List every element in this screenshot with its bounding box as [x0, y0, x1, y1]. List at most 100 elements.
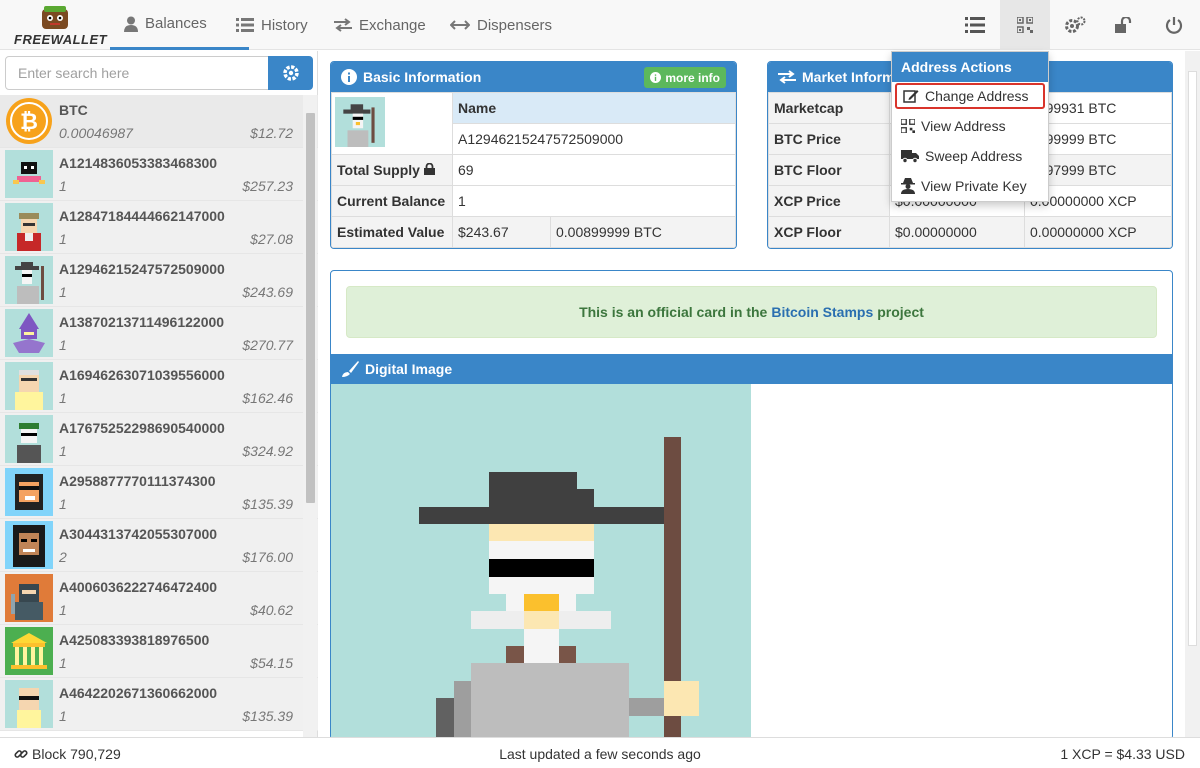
asset-quantity: 1 — [59, 231, 67, 247]
asset-avatar-icon — [5, 468, 53, 516]
freewallet-logo[interactable]: FREEWALLET — [12, 4, 108, 47]
lock-wallet-button[interactable] — [1099, 0, 1149, 50]
asset-name: A13870213711496122000 — [59, 314, 225, 330]
logout-button[interactable] — [1149, 0, 1199, 50]
asset-name: A12946215247572509000 — [59, 261, 225, 277]
asset-avatar-icon — [5, 203, 53, 251]
asset-quantity: 2 — [59, 549, 67, 565]
asset-name: BTC — [59, 102, 88, 118]
asset-name: A1214836053383468300 — [59, 155, 218, 171]
user-icon — [124, 16, 138, 32]
logo-text: FREEWALLET — [14, 32, 108, 47]
sweep-address-item[interactable]: Sweep Address — [895, 143, 1045, 169]
asset-item[interactable]: A17675252298690540000 1 $324.92 — [0, 413, 318, 466]
exchange-icon — [334, 18, 352, 32]
estimated-value-btc: 0.00899999 BTC — [550, 216, 736, 248]
asset-quantity: 1 — [59, 602, 67, 618]
xcp-floor-label: XCP Floor — [768, 216, 890, 248]
asset-item[interactable]: A4642202671360662000 1 $135.39 — [0, 678, 318, 731]
menu-item-label: Sweep Address — [925, 148, 1023, 164]
asset-avatar-icon — [5, 521, 53, 569]
settings-button[interactable] — [1050, 0, 1100, 50]
asset-name: A4006036222746472400 — [59, 579, 218, 595]
power-icon — [1165, 17, 1183, 34]
btc-price-label: BTC Price — [768, 123, 890, 155]
asset-item[interactable]: A1214836053383468300 1 $257.23 — [0, 148, 318, 201]
asset-quantity: 1 — [59, 337, 67, 353]
scrollbar-thumb[interactable] — [1188, 71, 1197, 646]
more-info-button[interactable]: more info — [644, 67, 726, 88]
last-updated-text: Last updated a few seconds ago — [499, 746, 701, 762]
asset-name: A4642202671360662000 — [59, 685, 218, 701]
asset-value: $135.39 — [242, 708, 293, 724]
digital-image — [331, 384, 751, 739]
tab-label: Balances — [145, 15, 207, 32]
asset-item[interactable]: A4006036222746472400 1 $40.62 — [0, 572, 318, 625]
top-navbar: FREEWALLET Balances History Exchange Dis… — [0, 0, 1200, 50]
asset-value: $270.77 — [242, 337, 293, 353]
asset-value: $135.39 — [242, 496, 293, 512]
asset-item-selected-card[interactable]: A12946215247572509000 1 $243.69 — [0, 254, 318, 307]
tab-exchange[interactable]: Exchange — [334, 0, 426, 50]
address-actions-dropdown: Address Actions Change Address View Addr… — [891, 51, 1049, 202]
info-circle-icon — [341, 69, 357, 85]
list-icon — [236, 18, 254, 32]
view-address-item[interactable]: View Address — [895, 113, 1045, 139]
asset-thumbnail-image — [335, 97, 385, 147]
view-private-key-item[interactable]: View Private Key — [895, 173, 1045, 199]
tab-dispensers[interactable]: Dispensers — [450, 0, 552, 50]
estimated-value-label: Estimated Value — [331, 216, 453, 248]
svg-text:₿: ₿ — [20, 110, 38, 135]
tab-label: Dispensers — [477, 16, 553, 34]
search-settings-button[interactable] — [268, 56, 313, 90]
asset-item[interactable]: A2958877770111374300 1 $135.39 — [0, 466, 318, 519]
address-actions-button[interactable] — [1000, 0, 1050, 50]
asset-quantity: 1 — [59, 496, 67, 512]
arrows-h-icon — [450, 20, 470, 30]
tab-balances[interactable]: Balances — [110, 0, 249, 50]
asset-item[interactable]: A16946263071039556000 1 $162.46 — [0, 360, 318, 413]
wallet-mascot-icon — [42, 6, 68, 29]
edit-icon — [903, 90, 919, 103]
qrcode-icon — [901, 119, 915, 133]
list-icon — [965, 17, 985, 33]
asset-quantity: 1 — [59, 655, 67, 671]
asset-avatar-icon — [5, 627, 53, 675]
digital-image-title: Digital Image — [365, 361, 453, 377]
asset-quantity: 1 — [59, 708, 67, 724]
tab-label: History — [261, 16, 308, 34]
search-input[interactable] — [5, 56, 269, 90]
asset-item[interactable]: A3044313742055307000 2 $176.00 — [0, 519, 318, 572]
asset-value: $176.00 — [242, 549, 293, 565]
bitcoin-stamps-link[interactable]: Bitcoin Stamps — [771, 304, 873, 320]
card-detail-panel: This is an official card in the Bitcoin … — [330, 270, 1173, 740]
panel-title: Basic Information — [363, 69, 482, 85]
asset-avatar-icon — [5, 574, 53, 622]
asset-avatar-icon — [5, 309, 53, 357]
sidebar-scrollbar[interactable] — [303, 95, 317, 737]
unlock-icon — [1115, 17, 1132, 33]
asset-item-btc[interactable]: ₿ BTC 0.00046987 $12.72 — [0, 95, 318, 148]
btc-floor-label: BTC Floor — [768, 154, 890, 186]
basic-info-table: Name A12946215247572509000 Total Supply … — [331, 92, 736, 248]
basic-information-panel: Basic Information more info Name A129462… — [330, 61, 737, 249]
asset-item[interactable]: A12847184444662147000 1 $27.08 — [0, 201, 318, 254]
total-supply-label: Total Supply — [331, 154, 453, 186]
truck-icon — [901, 150, 919, 163]
menu-item-label: View Private Key — [921, 178, 1027, 194]
asset-quantity: 0.00046987 — [59, 125, 133, 141]
asset-item[interactable]: A425083393818976500 1 $54.15 — [0, 625, 318, 678]
asset-item[interactable]: A13870213711496122000 1 $270.77 — [0, 307, 318, 360]
page-scrollbar[interactable] — [1185, 51, 1200, 737]
list-menu-button[interactable] — [950, 0, 1000, 50]
change-address-item[interactable]: Change Address — [895, 83, 1045, 109]
more-info-label: more info — [665, 70, 720, 85]
asset-list: ₿ BTC 0.00046987 $12.72 A121483605338346… — [0, 95, 318, 737]
exchange-icon — [778, 70, 796, 84]
cogs-icon — [1065, 16, 1086, 33]
estimated-value-usd: $243.67 — [452, 216, 551, 248]
scrollbar-thumb[interactable] — [306, 113, 315, 503]
menu-item-label: Change Address — [925, 88, 1029, 104]
tab-history[interactable]: History — [236, 0, 308, 50]
bitcoin-icon: ₿ — [6, 98, 52, 144]
